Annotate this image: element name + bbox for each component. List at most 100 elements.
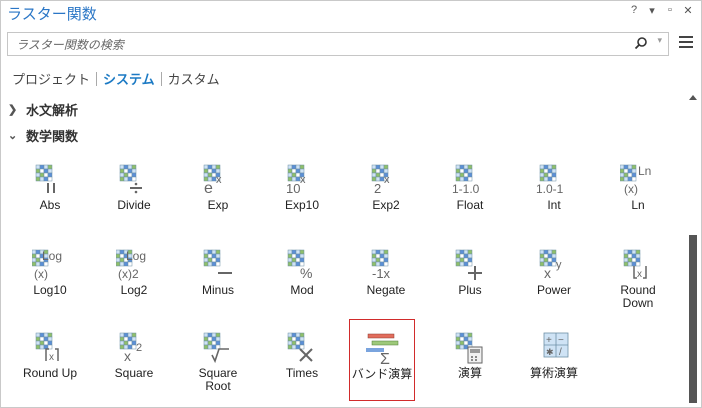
tool-label: Square Root xyxy=(198,366,238,393)
ln-icon: Ln(x) xyxy=(620,164,651,196)
svg-text:(x): (x) xyxy=(34,267,48,281)
tool-abs[interactable]: Abs xyxy=(14,161,86,212)
svg-text:+: + xyxy=(546,335,552,346)
svg-text:(x)2: (x)2 xyxy=(118,267,139,281)
svg-text:Log: Log xyxy=(42,249,62,263)
tool-int[interactable]: 1.0-1 Int xyxy=(518,161,590,212)
pane-title: ラスター関数 xyxy=(7,6,97,23)
svg-text:✱: ✱ xyxy=(546,347,554,357)
tool-exp[interactable]: e x Exp xyxy=(182,161,254,212)
tool-label: Float xyxy=(456,198,484,212)
group-label: 水文解析 xyxy=(26,103,79,118)
plus-icon xyxy=(455,249,482,280)
tool-label: 演算 xyxy=(457,366,482,380)
chevron-down-icon: ⌄ xyxy=(8,130,18,142)
arithmetic-icon xyxy=(455,332,483,364)
tool-log10[interactable]: Log (x) Log10 xyxy=(14,246,86,297)
svg-text:/: / xyxy=(559,347,562,358)
tool-label: Plus xyxy=(458,283,482,297)
square-root-icon xyxy=(203,332,229,364)
tool-label: Exp xyxy=(207,198,229,212)
log10-icon: Log (x) xyxy=(32,249,62,281)
tool-math-operators[interactable]: + − ✱ / 算術演算 xyxy=(518,329,590,380)
chevron-right-icon: ❯ xyxy=(8,104,18,116)
menu-icon[interactable] xyxy=(679,36,693,50)
tool-label: Negate xyxy=(366,283,406,297)
tool-square-root[interactable]: Square Root xyxy=(182,329,254,393)
group-hydrology[interactable]: ❯ 水文解析 xyxy=(8,100,78,119)
close-button[interactable]: ✕ xyxy=(683,4,693,17)
round-down-icon: x xyxy=(623,249,647,280)
window-buttons: ? ▾ ▫ ✕ xyxy=(629,4,693,17)
svg-text:2: 2 xyxy=(136,342,142,354)
tool-label: Exp2 xyxy=(372,198,400,212)
float-icon: 1-1.0 xyxy=(452,164,480,196)
math-operators-icon: + −✱ / xyxy=(543,332,569,358)
search-box: ▾ xyxy=(7,32,669,56)
tool-round-up[interactable]: x Round Up xyxy=(14,329,86,380)
tool-band-arithmetic[interactable]: Σ バンド演算 xyxy=(349,319,415,401)
tool-label: 算術演算 xyxy=(529,366,578,380)
svg-text:−: − xyxy=(558,335,564,346)
svg-text:x: x xyxy=(544,265,551,281)
scroll-thumb[interactable] xyxy=(689,235,697,403)
abs-icon xyxy=(35,164,55,193)
group-math[interactable]: ⌄ 数学関数 xyxy=(8,126,78,145)
divide-icon xyxy=(119,164,142,194)
svg-text:y: y xyxy=(556,259,562,271)
tool-label: Divide xyxy=(117,198,151,212)
tool-mod[interactable]: % Mod xyxy=(266,246,338,297)
tool-negate[interactable]: -1x Negate xyxy=(350,246,422,297)
tool-round-down[interactable]: x Round Down xyxy=(602,246,674,310)
minus-icon xyxy=(203,249,232,274)
svg-text:Σ: Σ xyxy=(380,351,390,366)
tool-divide[interactable]: Divide xyxy=(98,161,170,212)
search-options-chevron-icon[interactable]: ▾ xyxy=(657,35,662,46)
tool-label: Mod xyxy=(290,283,314,297)
tool-power[interactable]: x y Power xyxy=(518,246,590,297)
svg-text:x: x xyxy=(124,348,131,364)
tab-system[interactable]: システム xyxy=(103,69,155,88)
svg-text:x: x xyxy=(637,269,642,280)
vertical-scrollbar[interactable] xyxy=(689,95,698,405)
search-icon[interactable] xyxy=(634,36,648,50)
svg-text:2: 2 xyxy=(374,181,381,196)
svg-text:1-1.0: 1-1.0 xyxy=(452,182,480,196)
svg-text:x: x xyxy=(49,352,54,363)
tool-label: バンド演算 xyxy=(351,367,413,381)
group-label: 数学関数 xyxy=(26,129,79,144)
round-up-icon: x xyxy=(35,332,59,363)
square-icon: x2 xyxy=(119,332,142,364)
tab-separator xyxy=(160,71,162,86)
tool-label: Minus xyxy=(201,283,234,297)
tab-custom[interactable]: カスタム xyxy=(168,69,220,88)
tool-label: Ln xyxy=(631,198,645,212)
options-dropdown-button[interactable]: ▾ xyxy=(647,4,657,17)
maximize-button[interactable]: ▫ xyxy=(665,4,675,17)
tool-plus[interactable]: Plus xyxy=(434,246,506,297)
svg-text:(x): (x) xyxy=(624,182,638,196)
scroll-up-icon[interactable] xyxy=(689,95,697,100)
search-input[interactable] xyxy=(14,36,618,54)
tool-square[interactable]: x 2 Square xyxy=(98,329,170,380)
tool-float[interactable]: 1-1.0 Float xyxy=(434,161,506,212)
tab-project[interactable]: プロジェクト xyxy=(12,69,90,88)
power-icon: xy xyxy=(539,249,562,281)
tool-arithmetic[interactable]: 演算 xyxy=(434,329,506,380)
tool-times[interactable]: Times xyxy=(266,329,338,380)
tool-exp10[interactable]: 10 x Exp10 xyxy=(266,161,338,212)
help-button[interactable]: ? xyxy=(629,4,639,17)
tool-label: Times xyxy=(285,366,319,380)
negate-icon: -1x xyxy=(371,249,391,281)
log2-icon: Log (x)2 xyxy=(116,249,146,281)
svg-text:%: % xyxy=(300,265,312,281)
raster-functions-pane: ラスター関数 ? ▾ ▫ ✕ ▾ プロジェクト システム カスタム ❯ 水文解析… xyxy=(0,0,702,408)
tool-ln[interactable]: Ln (x) Ln xyxy=(602,161,674,212)
tool-minus[interactable]: Minus xyxy=(182,246,254,297)
tool-exp2[interactable]: 2 x Exp2 xyxy=(350,161,422,212)
tool-label: Log10 xyxy=(33,283,67,297)
svg-text:e: e xyxy=(204,180,213,197)
tool-label: Round Up xyxy=(22,366,78,380)
svg-text:-1x: -1x xyxy=(372,266,391,281)
tool-log2[interactable]: Log (x)2 Log2 xyxy=(98,246,170,297)
